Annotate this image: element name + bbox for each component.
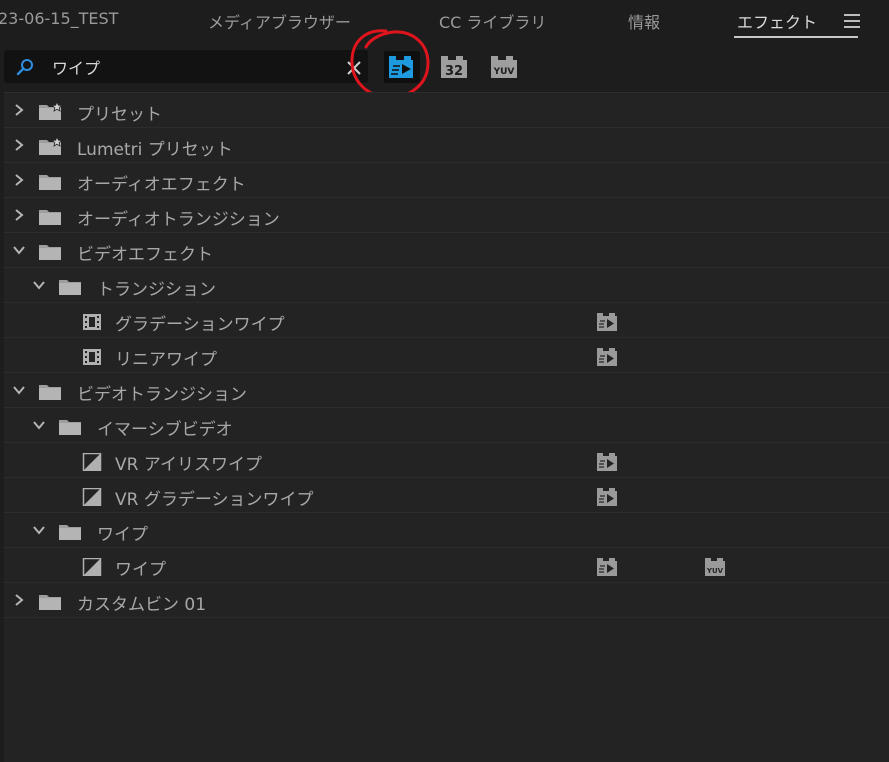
svg-text:YUV: YUV — [706, 567, 724, 575]
video-transition-icon — [82, 453, 102, 471]
accelerated-effect-badge-icon — [597, 348, 617, 366]
tree-row-label: オーディオトランジション — [77, 210, 280, 230]
32bit-filter-button[interactable]: 32 — [436, 51, 472, 83]
tree-folder-row[interactable]: イマーシブビデオ — [4, 408, 889, 443]
effects-tree: プリセット Lumetri プリセット オーディオエフェクト オーディオトランジ… — [4, 92, 889, 762]
search-field[interactable] — [4, 50, 368, 83]
accelerated-effects-icon — [389, 56, 413, 78]
tree-folder-row[interactable]: プリセット — [4, 93, 889, 128]
tree-effect-row[interactable]: リニアワイプ — [4, 338, 889, 373]
preset-folder-icon — [39, 102, 62, 120]
tree-effect-row[interactable]: VR グラデーションワイプ — [4, 478, 889, 513]
panel-tab-bar: 23-06-15_TEST メディアブラウザー CC ライブラリ 情報 エフェク… — [0, 0, 889, 40]
tree-folder-row[interactable]: カスタムビン 01 — [4, 583, 889, 618]
tree-folder-row[interactable]: ビデオエフェクト — [4, 233, 889, 268]
tree-row-label: リニアワイプ — [115, 350, 217, 370]
tree-row-label: ビデオトランジション — [77, 385, 247, 405]
folder-icon — [59, 280, 81, 295]
tree-row-label: VR アイリスワイプ — [115, 455, 262, 475]
32bit-icon: 32 — [441, 56, 467, 79]
folder-icon — [39, 175, 61, 190]
tree-folder-row[interactable]: ビデオトランジション — [4, 373, 889, 408]
tab-effects[interactable]: エフェクト — [737, 9, 817, 33]
tab-cc-libraries[interactable]: CC ライブラリ — [439, 9, 546, 33]
accelerated-effect-badge-icon — [597, 313, 617, 331]
folder-icon — [39, 210, 61, 225]
active-tab-indicator — [734, 36, 858, 38]
chevron-right-icon[interactable] — [12, 103, 26, 117]
tree-row-label: ワイプ — [115, 560, 166, 580]
folder-icon — [59, 420, 81, 435]
tab-project[interactable]: 23-06-15_TEST — [0, 9, 118, 28]
video-effect-icon — [83, 349, 101, 365]
tree-row-label: カスタムビン 01 — [77, 595, 207, 615]
tree-row-label: ワイプ — [97, 525, 148, 545]
tree-row-label: Lumetri プリセット — [77, 140, 233, 160]
tree-effect-row[interactable]: VR アイリスワイプ — [4, 443, 889, 478]
video-transition-icon — [82, 488, 102, 506]
accelerated-effects-filter-button[interactable] — [384, 51, 420, 83]
tab-media-browser[interactable]: メディアブラウザー — [208, 9, 351, 33]
accelerated-effect-badge-icon — [597, 488, 617, 506]
preset-folder-icon — [39, 137, 62, 155]
chevron-down-icon[interactable] — [12, 383, 26, 397]
chevron-down-icon[interactable] — [32, 418, 46, 432]
tree-effect-row[interactable]: ワイプ YUV — [4, 548, 889, 583]
chevron-right-icon[interactable] — [12, 208, 26, 222]
yuv-filter-button[interactable]: YUV — [486, 51, 522, 83]
tree-folder-row[interactable]: ワイプ — [4, 513, 889, 548]
yuv-icon: YUV — [491, 56, 517, 78]
tree-row-label: オーディオエフェクト — [77, 175, 246, 195]
search-icon — [16, 59, 33, 76]
tree-folder-row[interactable]: トランジション — [4, 268, 889, 303]
chevron-right-icon[interactable] — [12, 138, 26, 152]
accelerated-effect-badge-icon — [597, 558, 617, 576]
tree-row-label: トランジション — [97, 280, 216, 300]
chevron-down-icon[interactable] — [32, 523, 46, 537]
tree-row-label: グラデーションワイプ — [115, 315, 285, 335]
tree-row-label: VR グラデーションワイプ — [115, 490, 314, 510]
tab-info[interactable]: 情報 — [628, 9, 660, 33]
tree-effect-row[interactable]: グラデーションワイプ — [4, 303, 889, 338]
tree-row-label: プリセット — [77, 105, 162, 125]
chevron-down-icon[interactable] — [32, 278, 46, 292]
folder-icon — [59, 525, 81, 540]
chevron-right-icon[interactable] — [12, 173, 26, 187]
folder-icon — [39, 385, 61, 400]
folder-icon — [39, 245, 61, 260]
chevron-right-icon[interactable] — [12, 593, 26, 607]
chevron-down-icon[interactable] — [12, 243, 26, 257]
panel-menu-icon[interactable] — [844, 14, 860, 28]
video-transition-icon — [82, 558, 102, 576]
clear-search-icon[interactable] — [346, 59, 362, 75]
yuv-icon-label: YUV — [493, 67, 515, 77]
tree-row-label: イマーシブビデオ — [97, 420, 233, 440]
tree-folder-row[interactable]: Lumetri プリセット — [4, 128, 889, 163]
folder-icon — [39, 595, 61, 610]
video-effect-icon — [83, 314, 101, 330]
tree-row-label: ビデオエフェクト — [77, 245, 213, 265]
tree-folder-row[interactable]: オーディオトランジション — [4, 198, 889, 233]
tree-folder-row[interactable]: オーディオエフェクト — [4, 163, 889, 198]
search-input[interactable] — [52, 56, 332, 78]
accelerated-effect-badge-icon — [597, 453, 617, 471]
32bit-icon-label: 32 — [445, 64, 463, 79]
yuv-badge-icon: YUV — [705, 558, 725, 576]
